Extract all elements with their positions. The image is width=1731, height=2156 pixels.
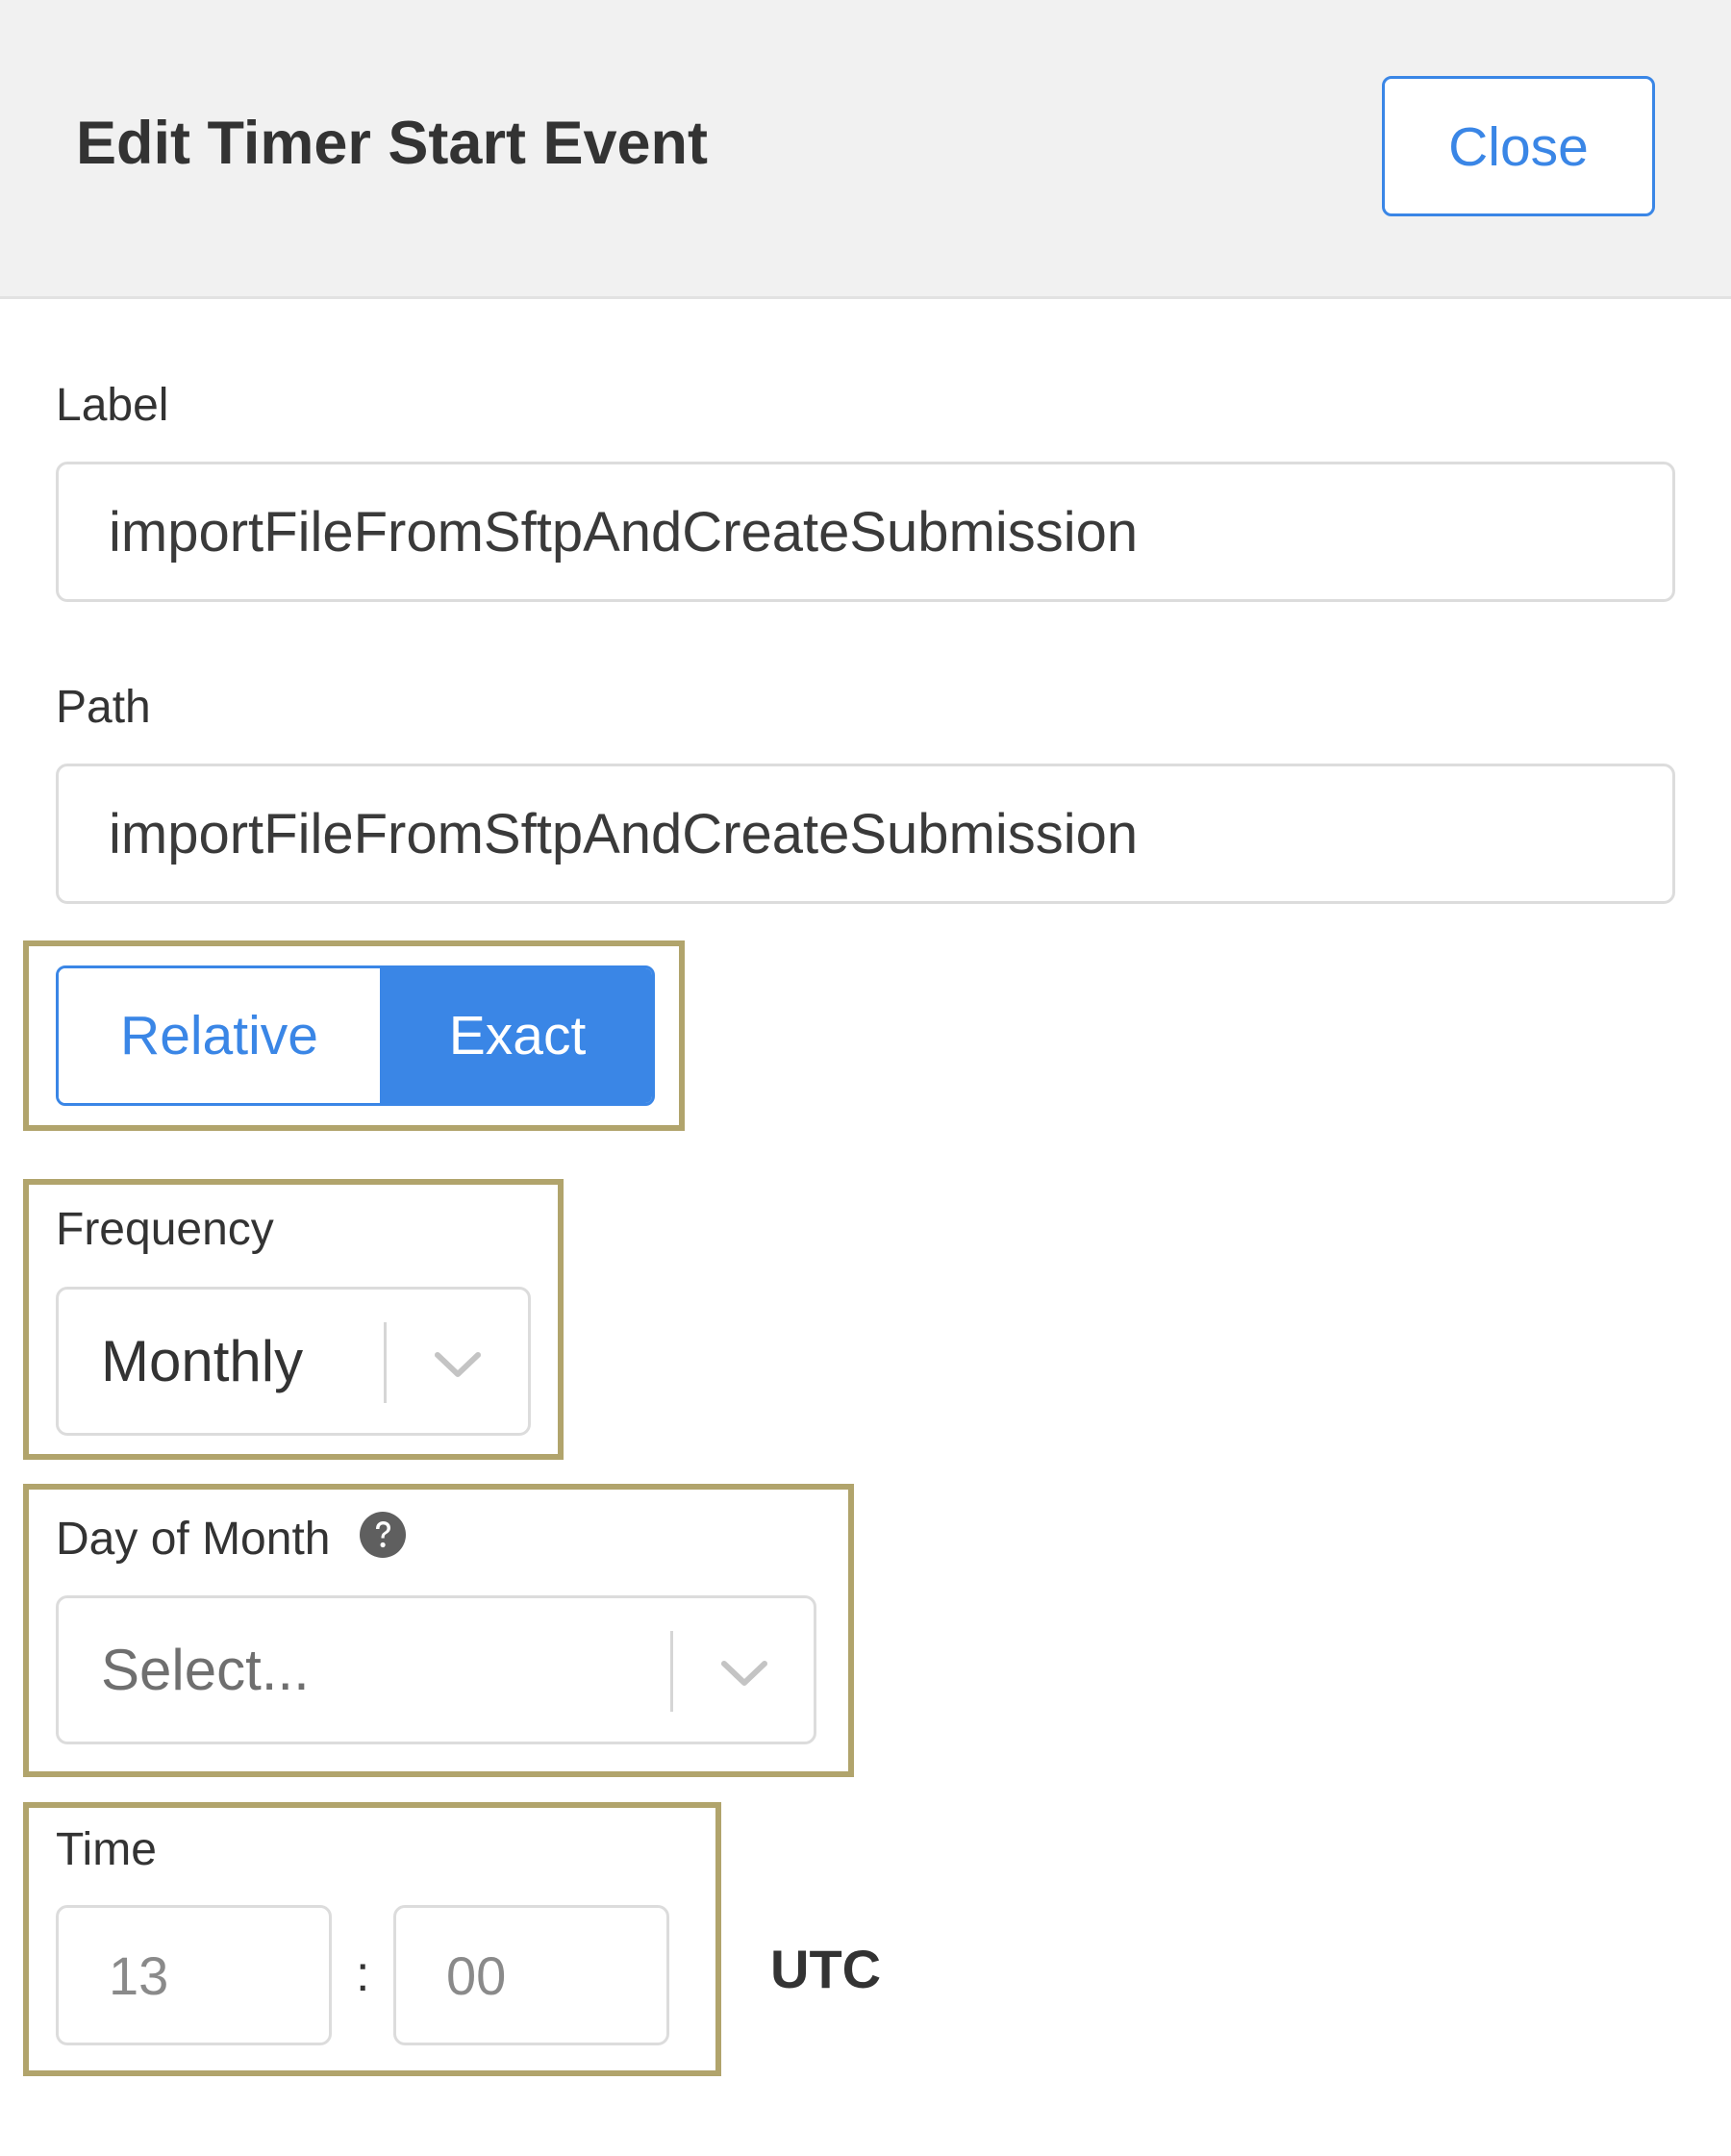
frequency-selected-value: Monthly (101, 1329, 304, 1393)
time-separator: : (356, 1946, 370, 2002)
minute-input[interactable] (393, 1905, 669, 2045)
question-circle-icon[interactable] (359, 1511, 407, 1559)
hour-input[interactable] (56, 1905, 332, 2045)
path-field-caption: Path (56, 682, 151, 733)
close-button[interactable]: Close (1382, 76, 1655, 216)
select-separator (670, 1631, 673, 1712)
toggle-relative-option[interactable]: Relative (59, 968, 383, 1103)
label-input[interactable] (56, 462, 1675, 602)
frequency-select[interactable]: Monthly (56, 1287, 531, 1436)
day-of-month-select[interactable]: Select... (56, 1595, 816, 1744)
mode-toggle: Relative Exact (56, 965, 655, 1106)
timezone-label: UTC (770, 1939, 882, 1999)
frequency-caption: Frequency (56, 1204, 274, 1255)
modal-title: Edit Timer Start Event (76, 110, 709, 177)
chevron-down-icon (435, 1352, 481, 1377)
select-separator (384, 1322, 387, 1403)
toggle-exact-option[interactable]: Exact (383, 968, 652, 1103)
label-field-caption: Label (56, 380, 169, 431)
modal-header: Edit Timer Start Event Close (0, 0, 1731, 299)
day-of-month-caption: Day of Month (56, 1514, 331, 1565)
day-of-month-placeholder: Select... (101, 1638, 310, 1702)
chevron-down-icon (721, 1661, 767, 1686)
time-caption: Time (56, 1824, 157, 1875)
path-input[interactable] (56, 764, 1675, 904)
